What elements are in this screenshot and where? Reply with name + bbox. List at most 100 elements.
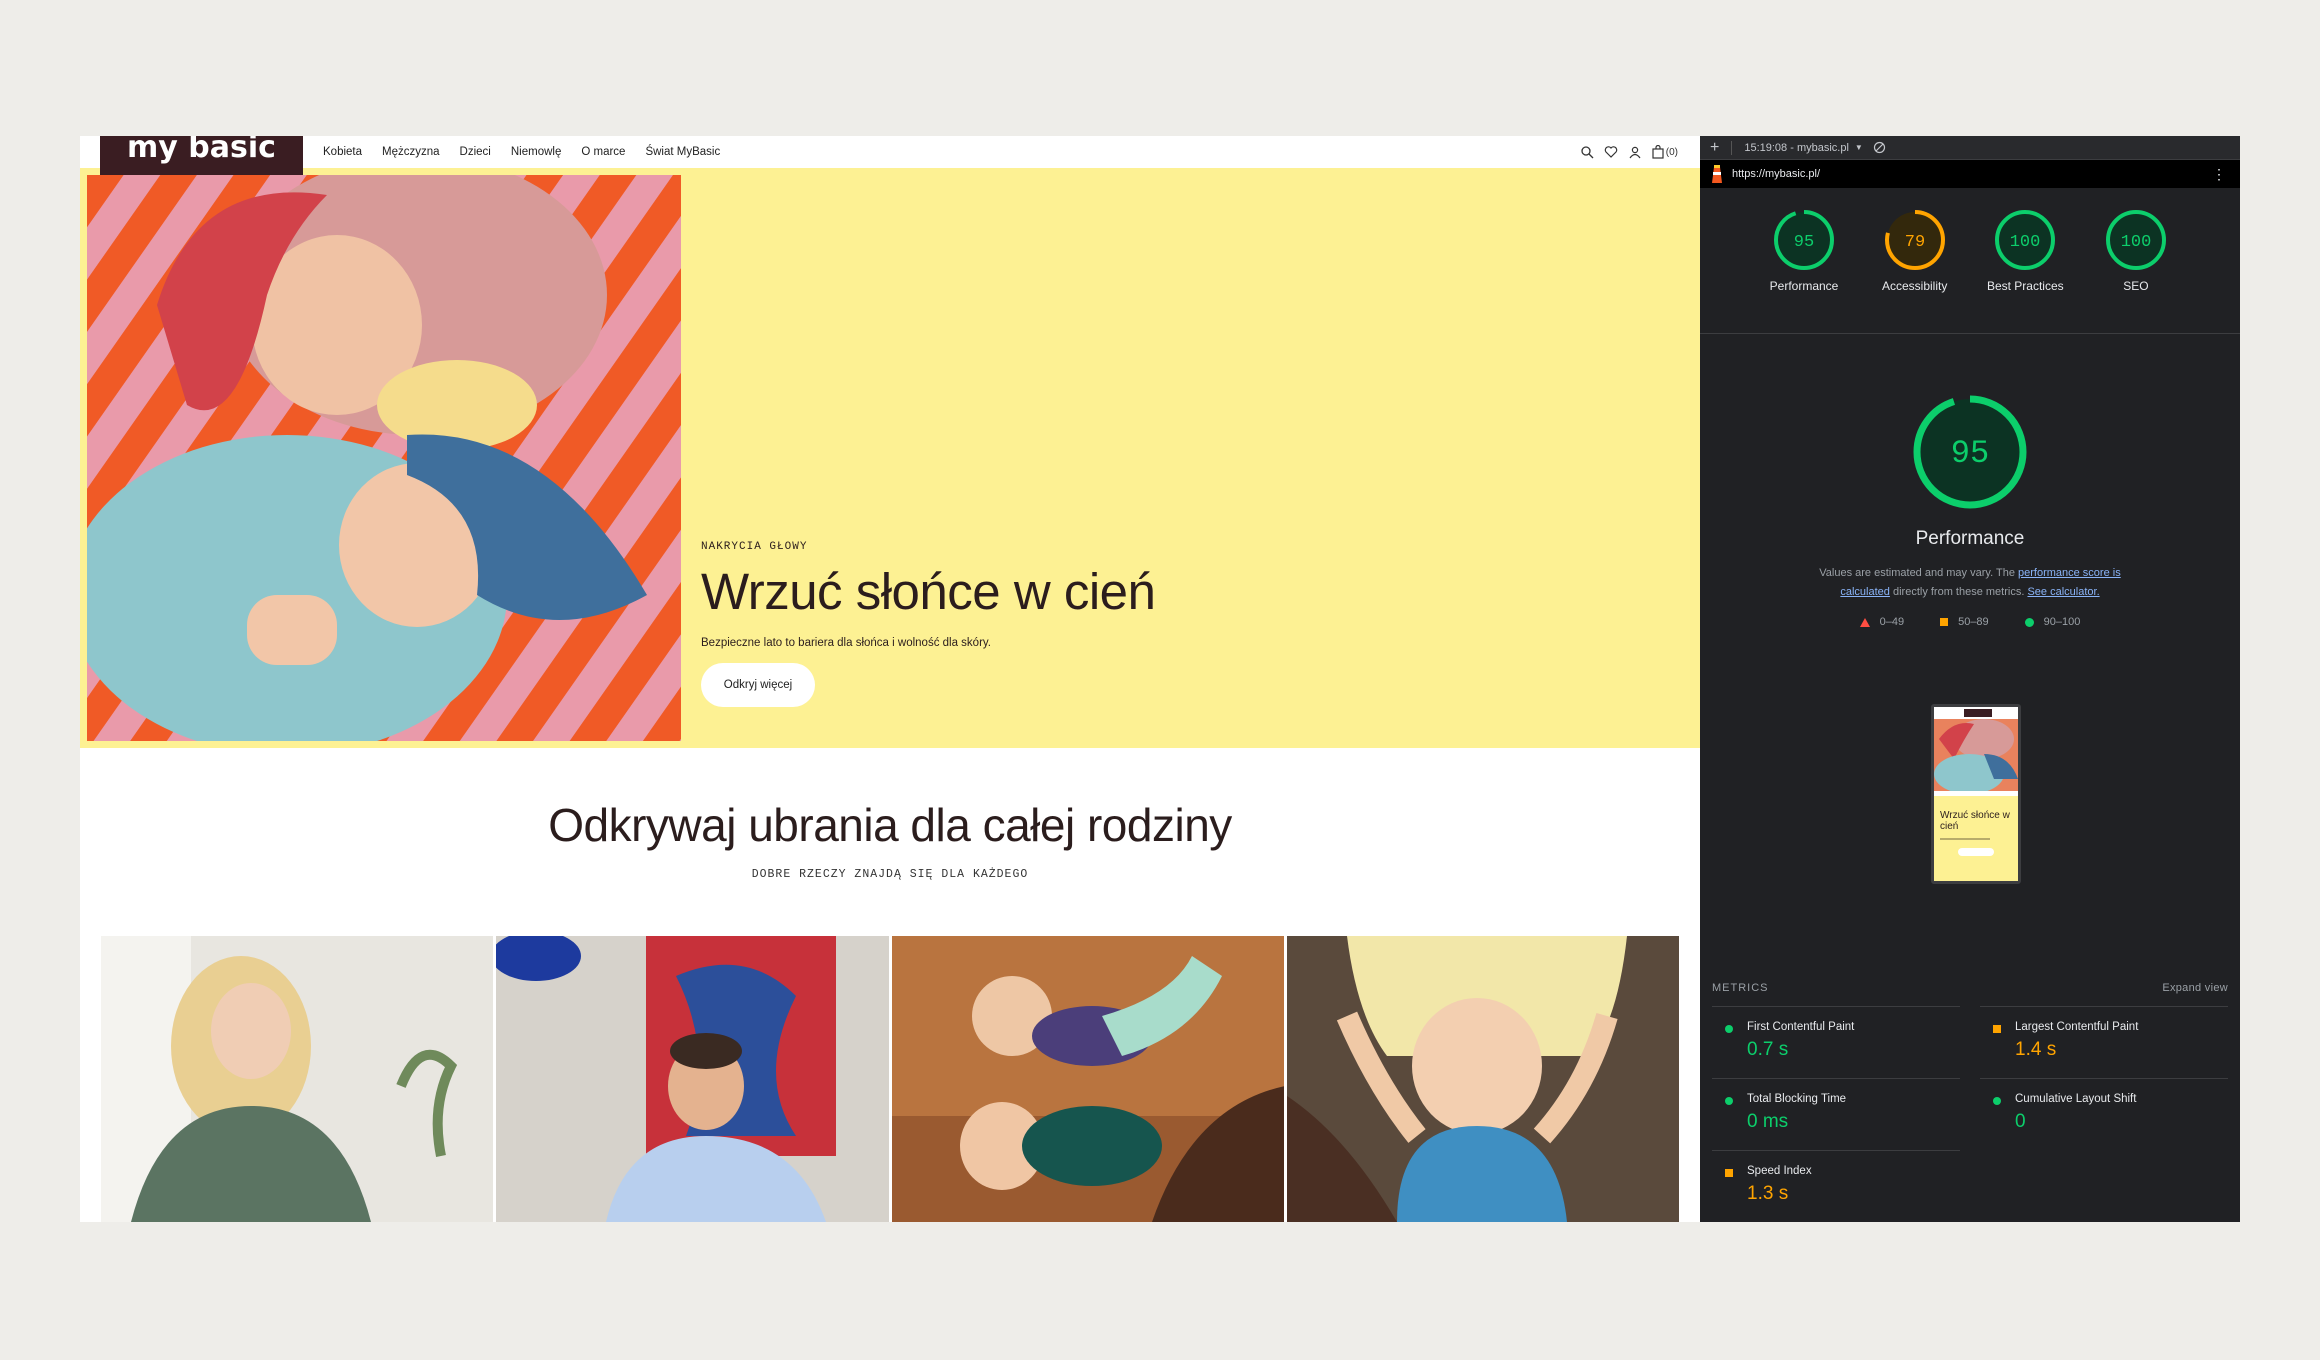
gauge-label: Performance [1769, 279, 1839, 293]
toolbar-divider [1731, 140, 1733, 155]
gauge-ring: 100 [2105, 210, 2166, 270]
cart-button[interactable]: (0) [1652, 145, 1678, 159]
gauge-score: 100 [2121, 233, 2152, 252]
report-selector[interactable]: 15:19:08 - mybasic.pl [1744, 142, 1849, 154]
hero-subtext: Bezpieczne lato to bariera dla słońca i … [701, 636, 991, 649]
gauge-score: 95 [1794, 233, 1814, 252]
gauge-seo[interactable]: 100 SEO [2092, 208, 2180, 295]
green-circle-icon [2024, 617, 2034, 627]
metric-total-blocking-time: Total Blocking Time 0 ms [1712, 1078, 1960, 1150]
thumb-yellow-area: Wrzuć słońce w cień [1934, 796, 2018, 881]
thumb-header [1934, 707, 2018, 719]
nav-item-dzieci[interactable]: Dzieci [460, 146, 491, 158]
site-header: my basic Kobieta Mężczyzna Dzieci Niemow… [80, 136, 1700, 175]
gauge-label: Best Practices [1986, 279, 2064, 293]
browser-frame: my basic Kobieta Mężczyzna Dzieci Niemow… [80, 136, 2240, 1222]
metric-value: 0.7 s [1747, 1039, 1789, 1060]
metric-name: Cumulative Layout Shift [2015, 1093, 2137, 1105]
chevron-down-icon[interactable]: ▼ [1855, 143, 1863, 152]
see-calculator-link[interactable]: See calculator. [2027, 586, 2099, 598]
plus-icon[interactable]: + [1710, 139, 1719, 156]
metric-cumulative-layout-shift: Cumulative Layout Shift 0 [1980, 1078, 2228, 1150]
hero-image-children-in-hats [87, 175, 681, 741]
tile-kids[interactable] [891, 936, 1284, 1222]
metric-value: 0 [2015, 1111, 2026, 1132]
orange-square-icon [1725, 1169, 1733, 1177]
metric-value: 1.3 s [1747, 1183, 1789, 1204]
orange-square-icon [1993, 1025, 2001, 1033]
clear-icon[interactable] [1873, 141, 1886, 154]
nav-item-mezczyzna[interactable]: Mężczyzna [382, 146, 440, 158]
bag-icon [1652, 145, 1664, 159]
audited-url[interactable]: https://mybasic.pl/ [1732, 168, 1820, 180]
heart-icon[interactable] [1604, 145, 1618, 159]
main-nav: Kobieta Mężczyzna Dzieci Niemowlę O marc… [323, 136, 720, 168]
user-icon[interactable] [1628, 145, 1642, 159]
green-circle-icon [1725, 1025, 1733, 1033]
green-circle-icon [1993, 1097, 2001, 1105]
hero-banner: NAKRYCIA GŁOWY Wrzuć słońce w cień Bezpi… [80, 168, 1700, 748]
performance-description: Values are estimated and may vary. The p… [1800, 564, 2140, 603]
nav-item-swiat-mybasic[interactable]: Świat MyBasic [645, 146, 720, 158]
gauge-score: 79 [1904, 233, 1924, 252]
more-options-icon[interactable]: ⋮ [2212, 167, 2226, 181]
thumb-line [1940, 838, 1991, 840]
tile-man[interactable] [496, 936, 889, 1222]
gauge-ring: 79 [1884, 210, 1945, 270]
gauge-ring: 100 [1995, 210, 2056, 270]
nav-item-kobieta[interactable]: Kobieta [323, 146, 362, 158]
discover-more-button[interactable]: Odkryj więcej [701, 662, 815, 707]
metric-name: Total Blocking Time [1747, 1093, 1847, 1105]
gauge-ring: 95 [1774, 210, 1834, 270]
nav-item-niemowle[interactable]: Niemowlę [511, 146, 562, 158]
nav-item-o-marce[interactable]: O marce [581, 146, 625, 158]
cart-count: (0) [1665, 146, 1678, 158]
metric-name: Speed Index [1747, 1165, 1812, 1177]
metric-speed-index: Speed Index 1.3 s [1712, 1150, 1960, 1222]
page-screenshot-thumbnail[interactable]: Wrzuć słońce w cień [1931, 704, 2021, 884]
green-circle-icon [1725, 1097, 1733, 1105]
divider [1700, 333, 2240, 334]
main-score: 95 [1951, 435, 1989, 472]
thumb-button [1958, 848, 1994, 856]
metric-value: 0 ms [1747, 1111, 1789, 1132]
lighthouse-toolbar: + 15:19:08 - mybasic.pl ▼ [1700, 136, 2240, 160]
legend-fail: 0–49 [1859, 616, 1904, 628]
performance-title: Performance [1915, 528, 2025, 549]
search-icon[interactable] [1580, 145, 1594, 159]
lighthouse-panel: + 15:19:08 - mybasic.pl ▼ https://mybasi… [1700, 136, 2240, 1222]
lighthouse-url-bar: https://mybasic.pl/ ⋮ [1700, 160, 2240, 188]
thumb-logo [1964, 709, 1992, 717]
tile-woman[interactable] [101, 936, 494, 1222]
gauge-score: 100 [2010, 233, 2041, 252]
mybasic-logo[interactable]: my basic [100, 136, 303, 175]
thumb-headline: Wrzuć słońce w cień [1940, 810, 2010, 832]
website-viewport: my basic Kobieta Mężczyzna Dzieci Niemow… [80, 136, 1700, 1222]
metrics-heading: METRICS [1712, 982, 1769, 994]
hero-headline: Wrzuć słońce w cień [701, 563, 1156, 620]
hero-kicker: NAKRYCIA GŁOWY [701, 541, 808, 553]
expand-view-toggle[interactable]: Expand view [2162, 982, 2228, 994]
gauge-accessibility[interactable]: 79 Accessibility [1871, 208, 1959, 295]
gauge-label: SEO [2123, 279, 2149, 293]
lighthouse-icon [1712, 165, 1722, 183]
desc-text: Values are estimated and may vary. The [1819, 567, 2018, 579]
metric-value: 1.4 s [2015, 1039, 2057, 1060]
metric-name: Largest Contentful Paint [2015, 1021, 2139, 1033]
metric-first-contentful-paint: First Contentful Paint 0.7 s [1712, 1006, 1960, 1078]
family-section: Odkrywaj ubrania dla całej rodziny DOBRE… [80, 748, 1700, 928]
desc-text-2: directly from these metrics. [1889, 586, 2028, 599]
metrics-grid: First Contentful Paint 0.7 s Largest Cont… [1712, 1006, 2228, 1222]
thumb-hero-image [1934, 719, 2018, 794]
metric-largest-contentful-paint: Largest Contentful Paint 1.4 s [1980, 1006, 2228, 1078]
category-tiles [101, 936, 1679, 1222]
header-icons: (0) [1580, 136, 1678, 168]
gauge-label: Accessibility [1881, 279, 1948, 293]
tile-baby[interactable] [1286, 936, 1679, 1222]
metrics-header: METRICS Expand view [1712, 982, 2228, 994]
orange-square-icon [1940, 618, 1949, 626]
gauge-performance[interactable]: 95 Performance [1760, 208, 1848, 295]
red-triangle-icon [1859, 617, 1870, 627]
hero-text: NAKRYCIA GŁOWY Wrzuć słońce w cień Bezpi… [701, 541, 1156, 707]
gauge-best-practices[interactable]: 100 Best Practices [1981, 208, 2069, 295]
